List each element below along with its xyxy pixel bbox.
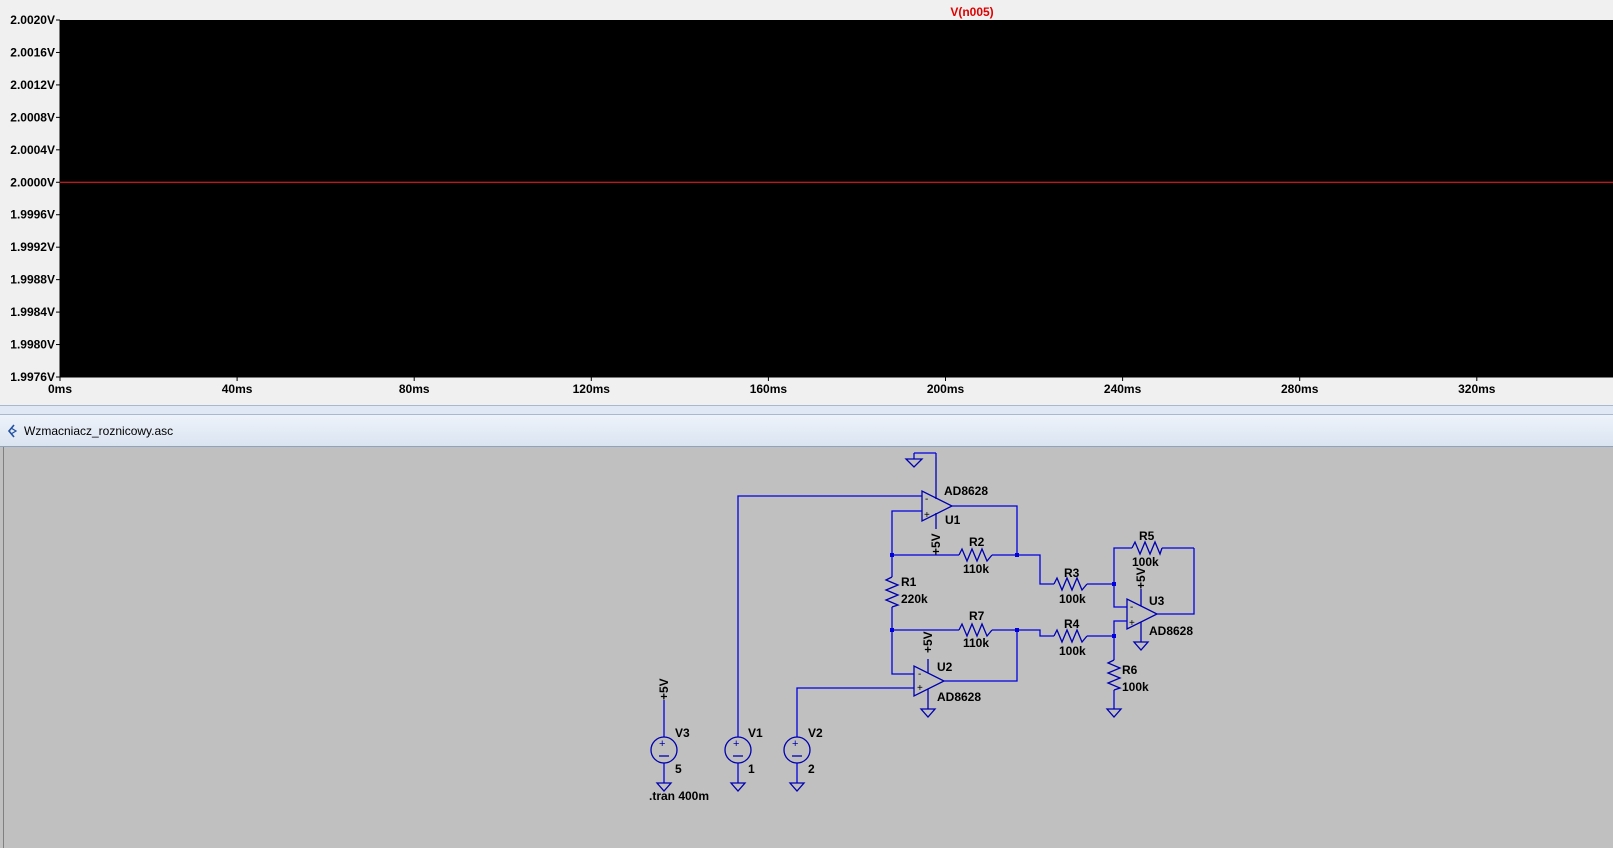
v2-value-label: 2 <box>808 762 815 776</box>
pane-splitter[interactable] <box>0 405 1613 415</box>
r3-name-label: R3 <box>1064 566 1080 580</box>
waveform-viewer[interactable]: V(n005) 2.0020V 2.0016V 2.0012V 2.0008V 2.00… <box>0 0 1613 405</box>
v3-name-label: V3 <box>675 726 690 740</box>
r5-value-label: 100k <box>1132 555 1159 569</box>
svg-text:+: + <box>1129 618 1135 629</box>
r7-name-label: R7 <box>969 609 985 623</box>
u2-supply-label: +5V <box>921 631 935 653</box>
y-tick-label: 2.0020V <box>10 13 55 27</box>
y-tick-label: 1.9980V <box>10 338 55 352</box>
r1-value-label: 220k <box>901 592 928 606</box>
x-tick-labels: 0ms 40ms 80ms 120ms 160ms 200ms 240ms 280ms 320m… <box>48 377 1496 396</box>
trace-label[interactable]: V(n005) <box>950 5 993 19</box>
u3-name-label: U3 <box>1149 594 1165 608</box>
svg-text:+: + <box>733 738 739 750</box>
schematic-drawing[interactable]: - + + - - + + + + AD8628 U1 +5V U2 AD862… <box>4 447 1613 848</box>
x-tick-label: 0ms <box>48 382 72 396</box>
x-tick-label: 240ms <box>1104 382 1142 396</box>
r7-value-label: 110k <box>963 636 989 650</box>
y-tick-label: 2.0008V <box>10 110 55 124</box>
x-tick-label: 280ms <box>1281 382 1319 396</box>
resistor-r4[interactable] <box>1053 628 1088 644</box>
u2-model-label: AD8628 <box>937 690 981 704</box>
u1-model-label: AD8628 <box>944 484 988 498</box>
u3-model-label: AD8628 <box>1149 624 1193 638</box>
y-tick-labels: 2.0020V 2.0016V 2.0012V 2.0008V 2.0004V 2.000… <box>10 13 60 384</box>
y-tick-label: 2.0016V <box>10 45 55 59</box>
voltage-source-v1[interactable]: + <box>724 736 752 764</box>
plot-area[interactable] <box>60 20 1613 377</box>
resistor-r1[interactable] <box>884 576 900 608</box>
y-tick-label: 2.0004V <box>10 143 55 157</box>
y-tick-label: 2.0000V <box>10 175 55 189</box>
r5-name-label: R5 <box>1139 529 1155 543</box>
y-tick-label: 2.0012V <box>10 78 55 92</box>
schematic-canvas[interactable]: - + + - - + + + + AD8628 U1 +5V U2 AD862… <box>3 447 1613 848</box>
voltage-source-v3[interactable]: + <box>650 736 678 764</box>
x-tick-label: 40ms <box>222 382 253 396</box>
u1-supply-label: +5V <box>929 533 943 555</box>
v3-supply-label: +5V <box>657 678 671 700</box>
svg-text:-: - <box>918 669 921 680</box>
y-tick-label: 1.9984V <box>10 305 55 319</box>
spice-directive[interactable]: .tran 400m <box>649 789 709 803</box>
u3-supply-label: +5V <box>1134 567 1148 589</box>
r1-name-label: R1 <box>901 575 917 589</box>
schematic-icon <box>7 424 18 438</box>
svg-text:+: + <box>917 683 923 694</box>
u2-name-label: U2 <box>937 660 953 674</box>
voltage-source-v2[interactable]: + <box>783 736 811 764</box>
schematic-file-name: Wzmacniacz_roznicowy.asc <box>24 424 174 438</box>
r6-value-label: 100k <box>1122 680 1149 694</box>
resistor-r2[interactable] <box>958 547 993 563</box>
ground-u1 <box>904 452 937 468</box>
resistor-r6[interactable] <box>1106 659 1122 691</box>
resistor-r7[interactable] <box>958 622 993 638</box>
x-tick-label: 120ms <box>573 382 611 396</box>
x-tick-label: 320ms <box>1458 382 1496 396</box>
waveform-plot[interactable]: V(n005) 2.0020V2.0016V2.0012V2.0008V2.00… <box>0 0 1613 405</box>
v1-value-label: 1 <box>748 762 755 776</box>
u1-name-label: U1 <box>945 513 961 527</box>
r4-value-label: 100k <box>1059 644 1086 658</box>
x-tick-label: 160ms <box>750 382 788 396</box>
r6-name-label: R6 <box>1122 663 1138 677</box>
svg-text:-: - <box>925 494 928 505</box>
resistor-r5[interactable] <box>1131 540 1163 556</box>
v2-name-label: V2 <box>808 726 823 740</box>
v1-name-label: V1 <box>748 726 763 740</box>
schematic-window-titlebar[interactable]: Wzmacniacz_roznicowy.asc <box>0 415 1613 447</box>
y-tick-label: 1.9988V <box>10 273 55 287</box>
x-tick-label: 80ms <box>399 382 430 396</box>
r3-value-label: 100k <box>1059 592 1086 606</box>
svg-text:-: - <box>1130 602 1133 613</box>
svg-text:+: + <box>924 510 930 521</box>
v3-value-label: 5 <box>675 762 682 776</box>
y-tick-label: 1.9992V <box>10 240 55 254</box>
r2-value-label: 110k <box>963 562 989 576</box>
svg-text:+: + <box>659 738 665 750</box>
r2-name-label: R2 <box>969 535 985 549</box>
r4-name-label: R4 <box>1064 617 1080 631</box>
x-tick-label: 200ms <box>927 382 965 396</box>
svg-text:+: + <box>792 738 798 750</box>
y-tick-label: 1.9996V <box>10 208 55 222</box>
